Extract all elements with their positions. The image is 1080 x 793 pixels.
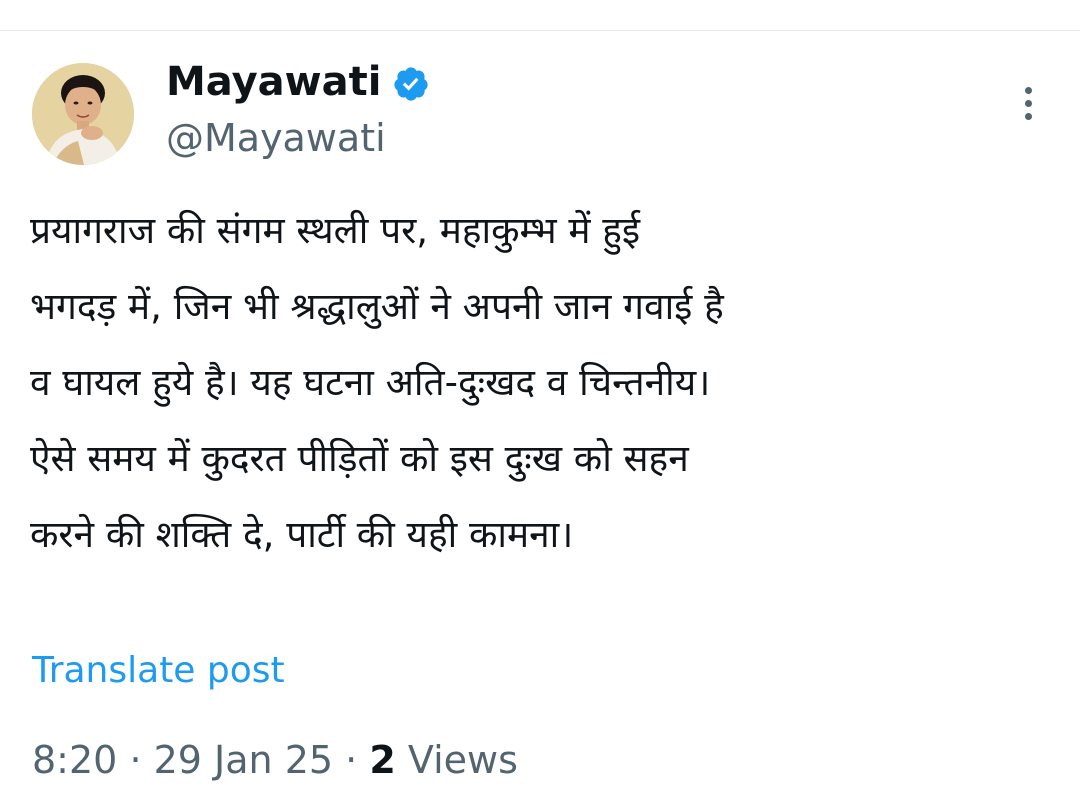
views-label[interactable]: Views <box>408 738 518 782</box>
more-vertical-icon <box>1025 87 1032 94</box>
post-text-line: करने की शक्ति दे, पार्टी की यही कामना। <box>30 513 574 556</box>
more-vertical-icon-dot <box>1025 113 1032 120</box>
translate-post-link[interactable]: Translate post <box>32 649 285 693</box>
post-text: प्रयागराज की संगम स्थली पर, महाकुम्भ में… <box>30 193 1060 573</box>
post-text-line: ऐसे समय में कुदरत पीड़ितों को इस दुःख को… <box>30 437 689 480</box>
post-date[interactable]: 29 Jan 25 <box>154 738 333 782</box>
more-vertical-icon-dot <box>1025 100 1032 107</box>
post-text-line: प्रयागराज की संगम स्थली पर, महाकुम्भ में… <box>30 209 641 252</box>
views-count[interactable]: 2 <box>369 738 395 782</box>
post-meta: 8:20 · 29 Jan 25 · 2 Views <box>32 737 518 783</box>
post-text-line: व घायल हुये है। यह घटना अति-दुःखद व चिन्… <box>30 361 711 404</box>
author-name[interactable]: Mayawati <box>166 58 381 106</box>
post: Mayawati @Mayawati प्रयागराज की संगम स्थ… <box>0 31 1080 793</box>
post-time[interactable]: 8:20 <box>32 738 117 782</box>
verified-badge-icon <box>394 67 428 101</box>
avatar[interactable] <box>32 63 134 165</box>
author-handle[interactable]: @Mayawati <box>166 115 386 161</box>
meta-separator: · <box>129 738 142 782</box>
meta-separator: · <box>345 738 358 782</box>
more-options-button[interactable] <box>1014 81 1044 125</box>
post-text-line: भगदड़ में, जिन भी श्रद्धालुओं ने अपनी जा… <box>30 285 724 328</box>
